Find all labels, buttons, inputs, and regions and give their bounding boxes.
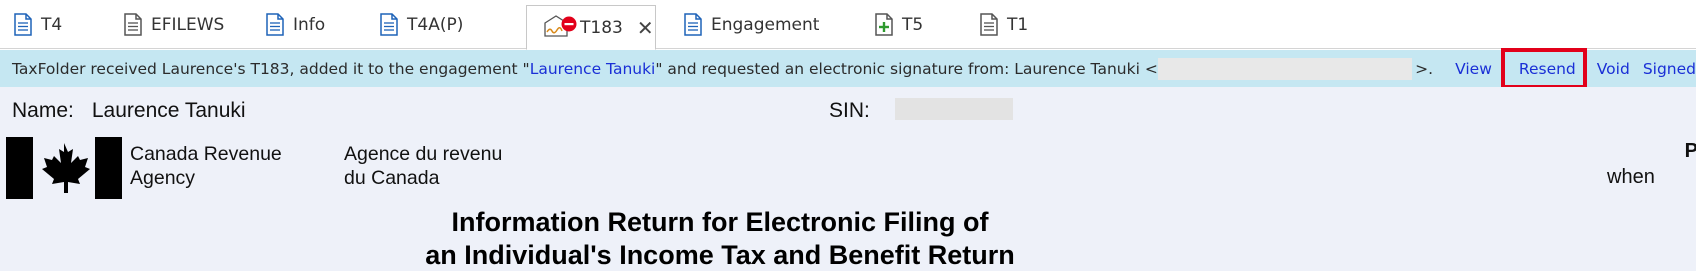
cut-off-header-text: P when [1596, 140, 1696, 190]
tab-bar: T4 EFILEWS Info T4A(P) T183 ✕ Engagement… [0, 0, 1696, 50]
engagement-link[interactable]: Laurence Tanuki [530, 60, 656, 78]
agency-fr-line2: du Canada [344, 167, 440, 189]
tab-t1[interactable]: T1 [980, 0, 1028, 49]
signed-link[interactable]: Signed [1643, 60, 1696, 78]
tab-info[interactable]: Info [266, 0, 325, 49]
canada-flag-icon [6, 137, 122, 199]
form-title-line2: an Individual's Income Tax and Benefit R… [425, 240, 1015, 270]
tab-t4a-p[interactable]: T4A(P) [380, 0, 463, 49]
form-title: Information Return for Electronic Filing… [0, 206, 1440, 271]
document-icon [980, 13, 998, 36]
redacted-email [1157, 57, 1413, 80]
tab-label: EFILEWS [151, 14, 225, 35]
void-link[interactable]: Void [1597, 60, 1630, 78]
name-value: Laurence Tanuki [91, 99, 246, 122]
signature-notification-bar: TaxFolder received Laurence's T183, adde… [0, 50, 1696, 87]
notification-text-suffix: >. [1415, 59, 1434, 78]
tab-label: T5 [902, 14, 924, 35]
cut-off-line1: P [1684, 140, 1696, 162]
tab-t183[interactable]: T183 ✕ [526, 5, 656, 50]
tab-label: T183 [580, 17, 623, 38]
view-link[interactable]: View [1455, 60, 1492, 78]
form-title-line1: Information Return for Electronic Filing… [451, 207, 989, 237]
notification-text-middle: " and requested an electronic signature … [655, 59, 1158, 78]
document-icon [380, 13, 398, 36]
document-icon [124, 13, 142, 36]
tab-label: T4 [41, 14, 63, 35]
document-icon [14, 13, 32, 36]
notification-text-prefix: TaxFolder received Laurence's T183, adde… [12, 59, 530, 78]
agency-en-line2: Agency [130, 167, 196, 189]
agency-en-line1: Canada Revenue [130, 143, 282, 165]
tab-label: Engagement [711, 14, 820, 35]
sin-label: SIN: [829, 99, 870, 122]
document-icon [684, 13, 702, 36]
cut-off-line2: when [1607, 166, 1655, 188]
tab-t4[interactable]: T4 [14, 0, 62, 49]
document-icon [266, 13, 284, 36]
document-add-icon [875, 13, 893, 36]
name-row: Name: Laurence Tanuki [12, 99, 246, 123]
tab-t5[interactable]: T5 [875, 0, 923, 49]
agency-fr-line1: Agence du revenu [344, 143, 503, 165]
agency-name-french: Agence du revenu du Canada [344, 142, 502, 190]
agency-name-english: Canada Revenue Agency [130, 142, 282, 190]
redacted-sin [895, 98, 1013, 120]
tab-label: T1 [1007, 14, 1029, 35]
tab-efilews[interactable]: EFILEWS [124, 0, 224, 49]
tab-label: Info [293, 14, 326, 35]
tab-engagement[interactable]: Engagement [684, 0, 819, 49]
tab-label: T4A(P) [407, 14, 464, 35]
name-label: Name: [12, 99, 74, 122]
close-tab-icon[interactable]: ✕ [637, 18, 654, 38]
resend-highlight-box [1501, 48, 1587, 89]
signature-pending-icon [544, 14, 577, 37]
